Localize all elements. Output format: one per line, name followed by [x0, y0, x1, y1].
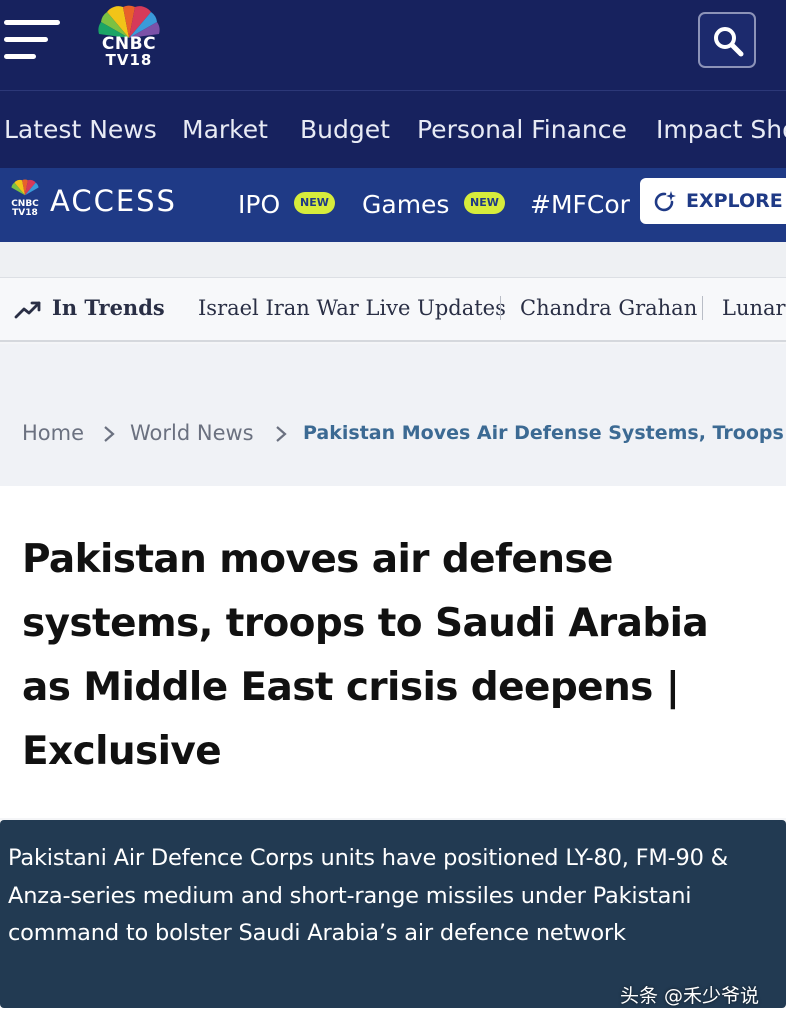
- nav-item-personal-finance[interactable]: Personal Finance: [417, 113, 627, 147]
- explore-sparkle-icon: [654, 191, 676, 212]
- main-nav: Latest News Market Budget Personal Finan…: [0, 90, 786, 168]
- breadcrumb-home[interactable]: Home: [22, 418, 84, 448]
- article-header: Pakistan moves air defense systems, troo…: [0, 486, 786, 818]
- cnbc-tv18-logo[interactable]: CNBC TV18: [92, 4, 166, 78]
- article-summary: Pakistani Air Defence Corps units have p…: [8, 845, 729, 946]
- article-summary-box: Pakistani Air Defence Corps units have p…: [0, 820, 786, 1008]
- trending-up-icon: [14, 301, 41, 319]
- explore-label: EXPLORE: [686, 190, 783, 212]
- access-label[interactable]: ACCESS: [50, 184, 177, 218]
- search-button[interactable]: [698, 12, 756, 68]
- trend-item-israel-iran[interactable]: Israel Iran War Live Updates: [198, 292, 506, 324]
- hamburger-menu-icon[interactable]: [4, 20, 60, 64]
- watermark: 头条 @禾少爷说: [620, 985, 760, 1007]
- trends-bar: In Trends Israel Iran War Live Updates C…: [0, 278, 786, 342]
- chevron-right-icon: [104, 426, 115, 442]
- nav-item-impact-shows[interactable]: Impact Sho: [656, 113, 786, 147]
- chevron-right-icon: [276, 426, 287, 442]
- peacock-small-icon: [11, 179, 39, 196]
- logo-text-tv18: TV18: [105, 51, 153, 69]
- access-item-games[interactable]: Games: [362, 188, 449, 222]
- explore-button[interactable]: EXPLORE: [640, 178, 786, 224]
- nav-item-latest-news[interactable]: Latest News: [4, 113, 157, 147]
- new-badge-games: NEW: [464, 192, 505, 214]
- trend-separator: [500, 296, 501, 320]
- breadcrumb: Home World News Pakistan Moves Air Defen…: [0, 344, 786, 486]
- access-logo-tv18: TV18: [12, 208, 38, 218]
- trend-item-lunar[interactable]: Lunar: [722, 292, 786, 324]
- breadcrumb-current: Pakistan Moves Air Defense Systems, Troo…: [303, 422, 786, 444]
- trend-separator: [702, 296, 703, 320]
- peacock-icon: [98, 5, 160, 38]
- search-icon: [714, 27, 744, 57]
- divider-strip: [0, 242, 786, 278]
- access-item-ipo[interactable]: IPO: [238, 188, 280, 222]
- access-item-mfcorner[interactable]: #MFCor: [530, 188, 630, 222]
- nav-item-budget[interactable]: Budget: [300, 113, 390, 147]
- bottom-strip: [0, 1008, 786, 1024]
- trend-item-chandra-grahan[interactable]: Chandra Grahan: [520, 292, 697, 324]
- new-badge-ipo: NEW: [294, 192, 335, 214]
- access-logo[interactable]: CNBC TV18: [4, 178, 46, 222]
- top-header: CNBC TV18: [0, 0, 786, 90]
- trends-title: In Trends: [52, 295, 165, 320]
- article-headline: Pakistan moves air defense systems, troo…: [22, 537, 709, 774]
- nav-item-market[interactable]: Market: [182, 113, 268, 147]
- breadcrumb-world-news[interactable]: World News: [130, 418, 254, 448]
